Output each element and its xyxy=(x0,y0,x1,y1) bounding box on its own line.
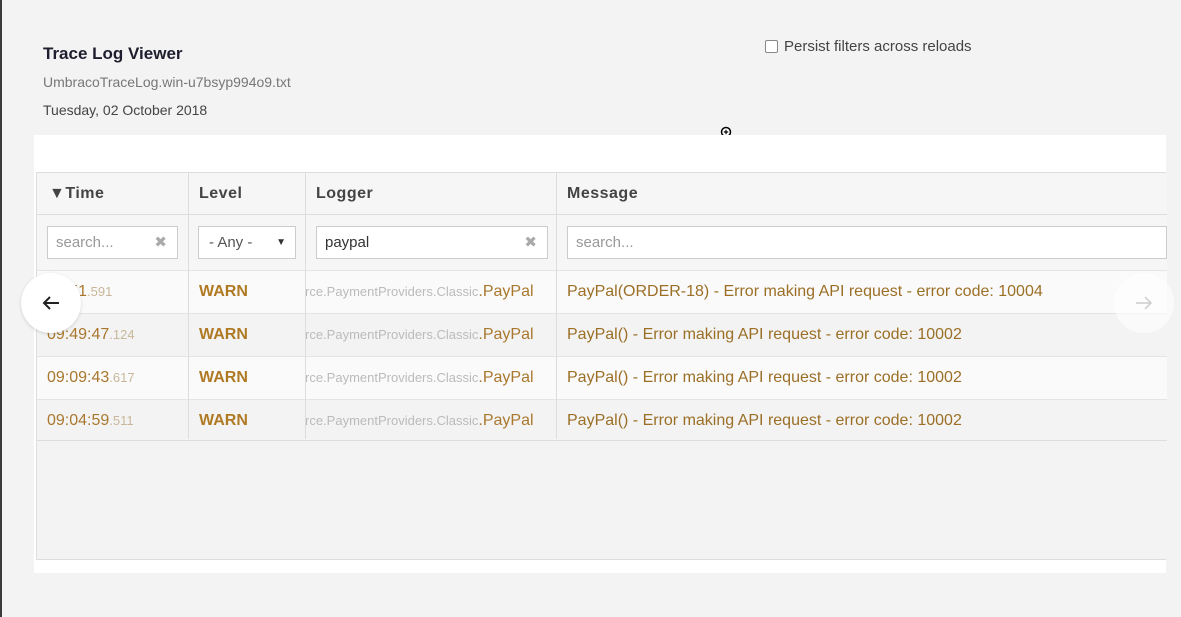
logger-search-input[interactable]: paypal ✖ xyxy=(316,226,548,259)
table-row[interactable]: 09:09:43.617 WARN rce.PaymentProviders.C… xyxy=(37,356,1167,399)
level-cell: WARN xyxy=(199,326,248,343)
message-cell: PayPal(ORDER-18) - Error making API requ… xyxy=(567,283,1043,300)
logger-prefix: rce.PaymentProviders.Classic xyxy=(305,370,479,385)
time-value: 09:09:43 xyxy=(47,369,110,386)
page-title: Trace Log Viewer xyxy=(43,44,183,63)
time-search-input[interactable]: search... ✖ xyxy=(47,226,178,259)
level-cell: WARN xyxy=(199,369,248,386)
level-select[interactable]: - Any - ▼ xyxy=(198,226,296,259)
logger-cell: rce.PaymentProviders.Classic.PayPal xyxy=(305,314,547,356)
message-cell: PayPal() - Error making API request - er… xyxy=(567,326,962,343)
time-search-placeholder: search... xyxy=(56,234,114,251)
time-ms-value: .124 xyxy=(109,327,135,342)
table-row[interactable]: 09:04:59.511 WARN rce.PaymentProviders.C… xyxy=(37,399,1167,442)
table-divider xyxy=(37,440,1167,441)
message-cell: PayPal() - Error making API request - er… xyxy=(567,412,962,429)
level-cell: WARN xyxy=(199,283,248,300)
table-row[interactable]: 10:51.591 WARN rce.PaymentProviders.Clas… xyxy=(37,270,1167,313)
time-cell: 09:09:43.617 xyxy=(47,357,135,399)
time-ms-value: .591 xyxy=(87,284,113,299)
next-button[interactable] xyxy=(1114,273,1174,333)
column-header-level[interactable]: Level xyxy=(199,173,242,215)
logger-cell: rce.PaymentProviders.Classic.PayPal xyxy=(305,400,547,442)
logger-name: .PayPal xyxy=(478,412,534,429)
message-cell: PayPal() - Error making API request - er… xyxy=(567,369,962,386)
previous-button[interactable] xyxy=(21,273,81,333)
column-divider xyxy=(188,173,189,439)
persist-filters-label: Persist filters across reloads xyxy=(784,38,972,55)
logger-search-value: paypal xyxy=(325,234,370,251)
table-row[interactable]: 09:49:47.124 WARN rce.PaymentProviders.C… xyxy=(37,313,1167,356)
logger-prefix: rce.PaymentProviders.Classic xyxy=(305,327,479,342)
filter-row: search... ✖ - Any - ▼ paypal ✖ search... xyxy=(37,215,1167,270)
logger-prefix: rce.PaymentProviders.Classic xyxy=(305,284,479,299)
level-cell: WARN xyxy=(199,412,248,429)
column-divider xyxy=(305,173,306,439)
time-ms-value: .617 xyxy=(109,370,135,385)
message-search-input[interactable]: search... xyxy=(567,226,1167,259)
log-table: ▼Time Level Logger Message search... ✖ -… xyxy=(36,172,1167,560)
message-search-placeholder: search... xyxy=(576,234,634,251)
column-header-message[interactable]: Message xyxy=(567,173,638,215)
checkbox-box[interactable] xyxy=(765,40,778,53)
column-header-logger[interactable]: Logger xyxy=(316,173,373,215)
arrow-right-icon xyxy=(1136,296,1153,310)
logger-name: .PayPal xyxy=(478,283,534,300)
log-file-name: UmbracoTraceLog.win-u7bsyp994o9.txt xyxy=(43,74,291,90)
logger-name: .PayPal xyxy=(478,369,534,386)
clear-icon[interactable]: ✖ xyxy=(154,227,167,258)
persist-filters-checkbox[interactable]: Persist filters across reloads xyxy=(765,38,972,55)
logger-name: .PayPal xyxy=(478,326,534,343)
window-edge xyxy=(0,0,2,617)
arrow-left-icon xyxy=(42,296,59,310)
logger-prefix: rce.PaymentProviders.Classic xyxy=(305,413,479,428)
table-header-row: ▼Time Level Logger Message xyxy=(37,173,1167,215)
time-value: 09:04:59 xyxy=(47,412,110,429)
clear-icon[interactable]: ✖ xyxy=(524,227,537,258)
level-select-value: - Any - xyxy=(209,234,253,251)
time-cell: 09:04:59.511 xyxy=(47,400,134,442)
column-divider xyxy=(556,173,557,439)
time-ms-value: .511 xyxy=(109,413,134,428)
chevron-down-icon: ▼ xyxy=(276,237,286,248)
logger-cell: rce.PaymentProviders.Classic.PayPal xyxy=(305,357,547,399)
logger-cell: rce.PaymentProviders.Classic.PayPal xyxy=(305,271,547,313)
column-header-time[interactable]: ▼Time xyxy=(49,173,104,215)
log-date: Tuesday, 02 October 2018 xyxy=(43,102,208,118)
